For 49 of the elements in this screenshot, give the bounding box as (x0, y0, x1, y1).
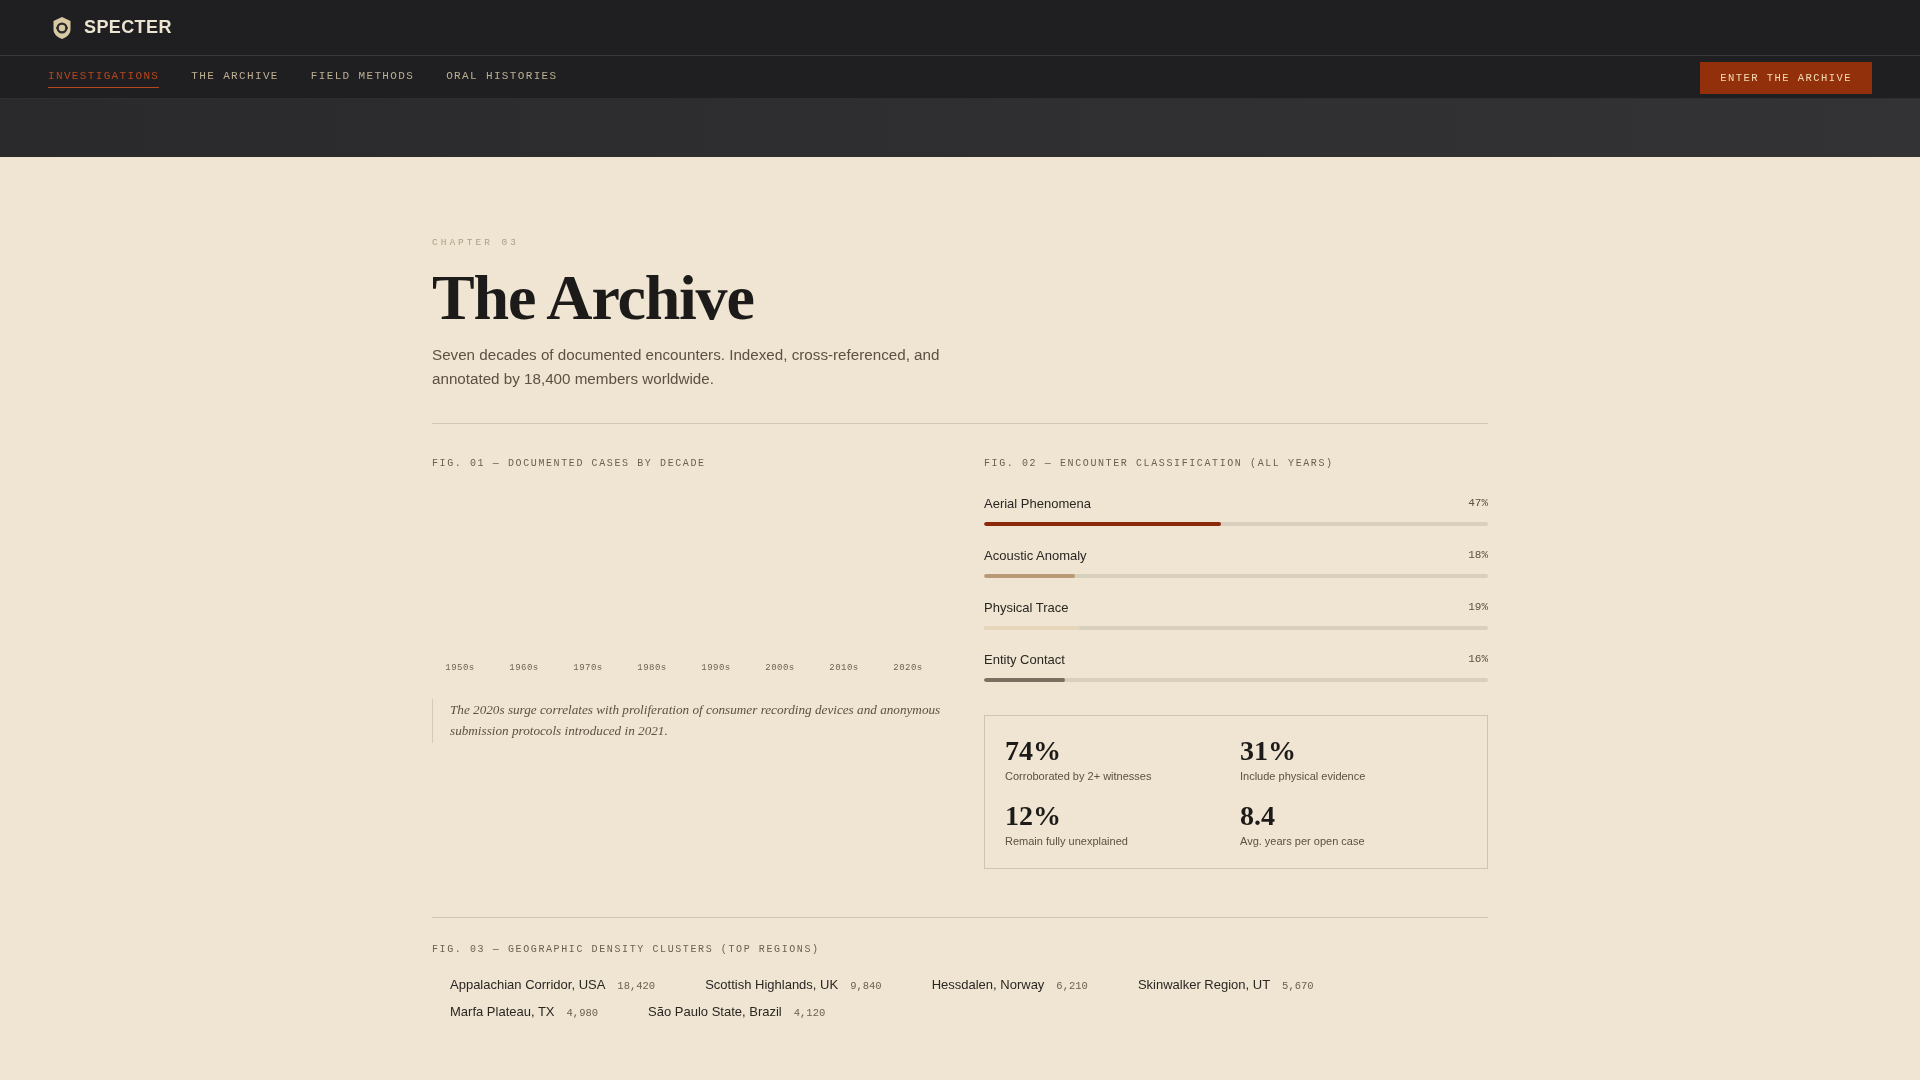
region-count: 18,420 (617, 980, 656, 992)
category-label: Aerial Phenomena (984, 495, 1091, 511)
category-percent: 47% (1468, 497, 1488, 509)
region-name: Hessdalen, Norway (931, 977, 1045, 992)
nav-tab[interactable]: FIELD METHODS (310, 66, 415, 88)
category-label: Physical Trace (984, 599, 1069, 615)
enter-archive-button[interactable]: ENTER THE ARCHIVE (1700, 62, 1872, 94)
region-count: 9,840 (850, 980, 882, 992)
category-label: Entity Contact (984, 651, 1065, 667)
brand-name: SPECTER (84, 17, 172, 38)
region-count: 4,980 (566, 1007, 599, 1019)
stat-value: 12% (1005, 801, 1061, 831)
chapter-eyebrow: CHAPTER 03 (432, 237, 519, 248)
decade-label: 1950s (445, 663, 475, 673)
page-title: The Archive (432, 264, 754, 332)
nav-tab[interactable]: THE ARCHIVE (191, 66, 279, 88)
decade-label: 2000s (765, 663, 795, 673)
region-name: Marfa Plateau, TX (450, 1004, 555, 1019)
stat-label: Avg. years per open case (1240, 834, 1365, 848)
nav-tab[interactable]: ORAL HISTORIES (446, 66, 558, 88)
region-name: Appalachian Corridor, USA (450, 977, 606, 992)
decade-label: 2010s (829, 663, 859, 673)
decade-label: 1960s (509, 663, 539, 673)
category-percent: 19% (1468, 601, 1488, 613)
category-percent: 18% (1468, 549, 1488, 561)
stat-label: Corroborated by 2+ witnesses (1005, 769, 1152, 783)
decade-label: 1990s (701, 663, 731, 673)
category-label: Acoustic Anomaly (984, 547, 1087, 563)
region-count: 4,120 (793, 1007, 826, 1019)
decade-label: 2020s (893, 663, 923, 673)
region-name: Scottish Highlands, UK (705, 977, 839, 992)
region-name: Skinwalker Region, UT (1137, 977, 1271, 992)
region-count: 6,210 (1056, 980, 1088, 992)
category-percent: 16% (1468, 653, 1488, 665)
stat-label: Include physical evidence (1240, 769, 1366, 783)
stat-value: 31% (1240, 736, 1296, 766)
figure-caption: FIG. 01 — DOCUMENTED CASES BY DECADE (432, 457, 706, 471)
figure-note: The 2020s surge correlates with proliferation of consumer recording devices and anonymous submission protocols introduced in 2021. (432, 699, 955, 743)
stat-value: 8.4 (1240, 801, 1275, 831)
stat-label: Remain fully unexplained (1005, 834, 1128, 848)
region-name: São Paulo State, Brazil (648, 1004, 782, 1019)
decade-label: 1970s (573, 663, 603, 673)
page-subtitle: Seven decades of documented encounters. Indexed, cross-referenced, and annotated by 18,400 members worldwide. (432, 345, 941, 389)
region-count: 5,670 (1282, 980, 1314, 992)
figure-caption: FIG. 03 — GEOGRAPHIC DENSITY CLUSTERS (TOP REGIONS) (432, 943, 820, 957)
stat-value: 74% (1005, 736, 1061, 766)
figure-caption: FIG. 02 — ENCOUNTER CLASSIFICATION (ALL YEARS) (984, 457, 1334, 471)
shield-logo-icon (52, 15, 72, 40)
decade-label: 1980s (637, 663, 667, 673)
